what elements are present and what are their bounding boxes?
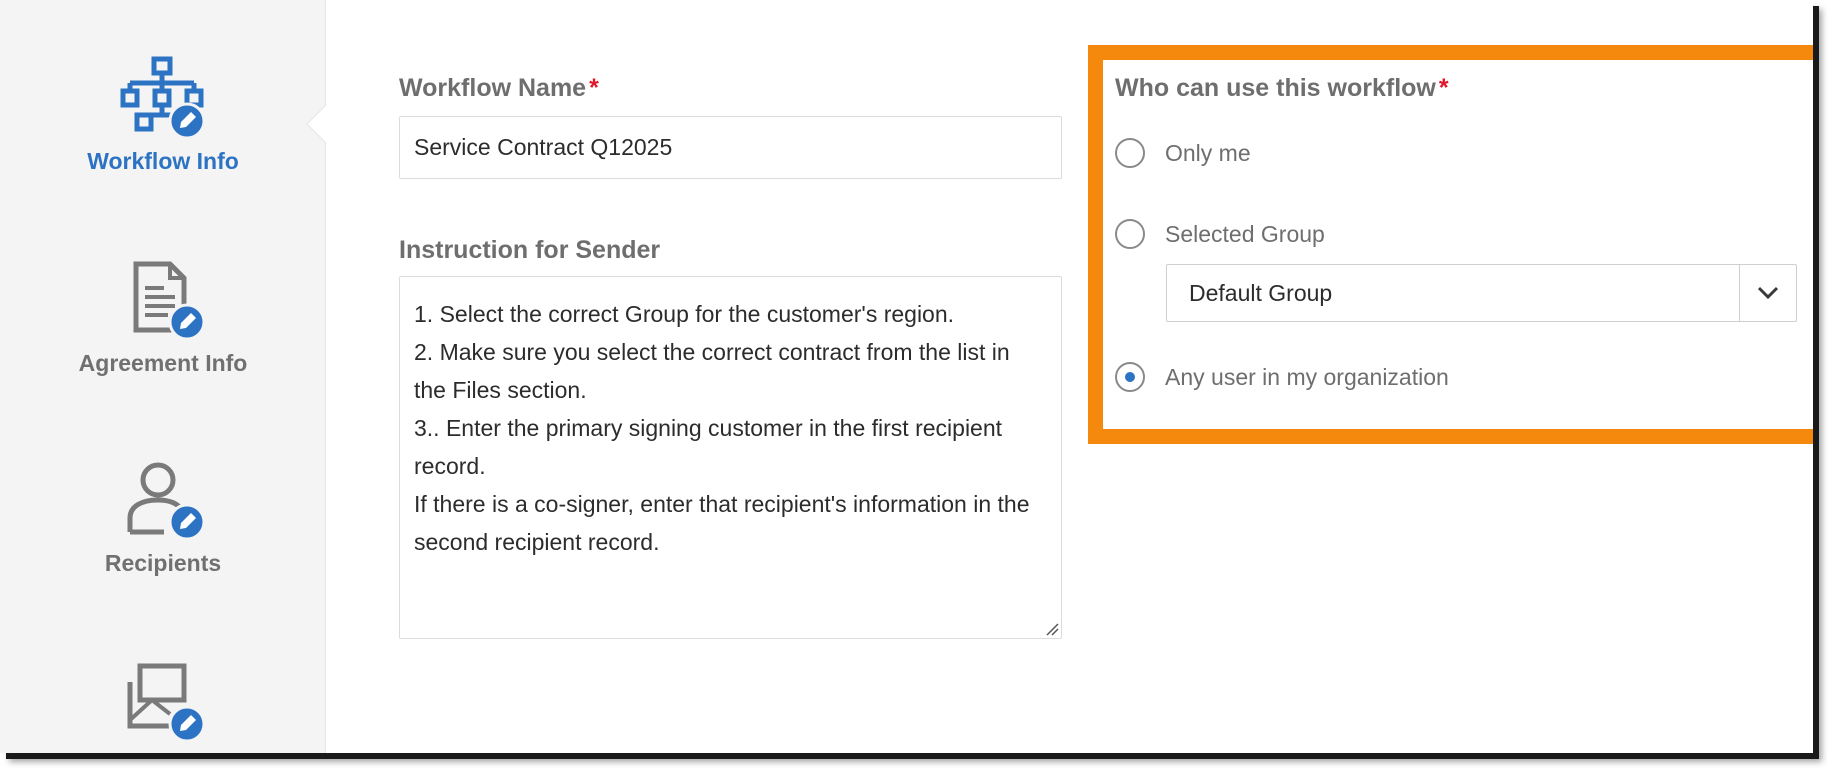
- page-frame: Workflow Info Agreement Info Recipients …: [0, 0, 1813, 753]
- sidebar-item-label: Recipients: [104, 550, 222, 576]
- option-label: Selected Group: [1165, 220, 1325, 247]
- workflow-diagram-icon: [120, 56, 206, 140]
- instruction-label: Instruction for Sender: [399, 236, 661, 264]
- instruction-line: 1. Select the correct Group for the cust…: [414, 301, 955, 327]
- group-select-value: Default Group: [1167, 265, 1740, 321]
- instruction-line: the Files section.: [414, 377, 587, 403]
- document-edit-icon: [133, 261, 206, 341]
- sidebar-nav: Workflow Info Agreement Info Recipients: [0, 0, 326, 753]
- workflow-name-label: Workflow Name *: [399, 74, 599, 103]
- sidebar-item-workflow-info[interactable]: Workflow Info: [0, 55, 326, 175]
- instruction-line: If there is a co-signer, enter that reci…: [414, 491, 1030, 517]
- envelope-edit-icon: [127, 663, 206, 743]
- sidebar-item-message[interactable]: [0, 662, 326, 752]
- instruction-line: 2. Make sure you select the correct cont…: [414, 339, 1010, 365]
- user-edit-icon: [127, 462, 206, 541]
- sidebar-item-label: Agreement Info: [78, 350, 248, 376]
- option-selected-group[interactable]: Selected Group: [1115, 219, 1325, 249]
- option-label: Only me: [1165, 139, 1251, 166]
- dropdown-button[interactable]: [1739, 265, 1796, 321]
- option-any-user[interactable]: Any user in my organization: [1115, 362, 1449, 392]
- instruction-line: record.: [414, 453, 486, 479]
- who-can-use-label: Who can use this workflow *: [1115, 74, 1449, 103]
- instruction-textarea[interactable]: 1. Select the correct Group for the cust…: [399, 276, 1062, 639]
- who-can-use-label-text: Who can use this workflow: [1115, 74, 1436, 102]
- sidebar-item-label: Workflow Info: [87, 148, 239, 174]
- group-select[interactable]: Default Group: [1166, 264, 1797, 322]
- instruction-line: second recipient record.: [414, 529, 660, 555]
- radio-selected-group[interactable]: [1115, 219, 1145, 249]
- option-only-me[interactable]: Only me: [1115, 138, 1251, 168]
- sidebar-item-recipients[interactable]: Recipients: [0, 460, 326, 577]
- workflow-name-label-text: Workflow Name: [399, 74, 587, 102]
- instruction-line: 3.. Enter the primary signing customer i…: [414, 415, 1003, 441]
- resize-handle-icon[interactable]: [1045, 622, 1059, 636]
- option-label: Any user in my organization: [1165, 363, 1449, 390]
- sidebar-item-agreement-info[interactable]: Agreement Info: [0, 260, 326, 377]
- radio-only-me[interactable]: [1115, 138, 1145, 168]
- radio-any-user[interactable]: [1115, 362, 1145, 392]
- workflow-name-input[interactable]: [399, 116, 1062, 179]
- required-mark: *: [1438, 74, 1449, 102]
- chevron-down-icon: [1757, 286, 1778, 300]
- required-mark: *: [589, 74, 599, 102]
